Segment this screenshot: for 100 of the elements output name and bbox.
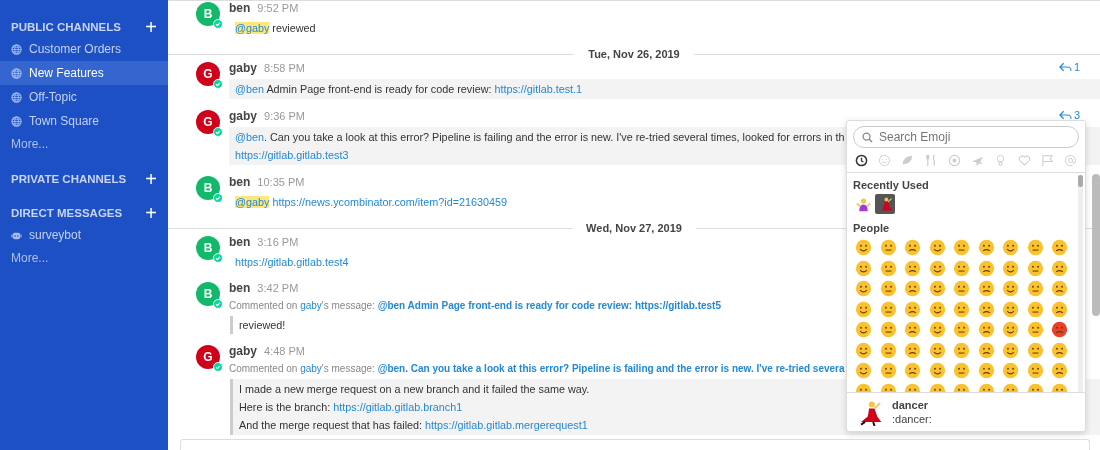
- author-name[interactable]: ben: [229, 281, 251, 295]
- smiley-face-icon[interactable]: [928, 300, 946, 318]
- add-channel-button[interactable]: +: [145, 18, 157, 36]
- smiley-face-icon[interactable]: [855, 259, 872, 277]
- smiley-face-icon[interactable]: [977, 362, 995, 379]
- smiley-face-icon[interactable]: [1026, 280, 1044, 297]
- recent-emoji[interactable]: [875, 194, 895, 214]
- mention[interactable]: @ben: [235, 83, 264, 95]
- smiley-face-icon[interactable]: [879, 321, 897, 338]
- link[interactable]: https://gitlab.gitlab.mergerequest1: [425, 419, 588, 431]
- scrollbar-thumb[interactable]: [1092, 174, 1100, 316]
- add-channel-button[interactable]: +: [145, 204, 157, 222]
- smiley-face-icon[interactable]: [977, 300, 995, 318]
- smiley-face-icon[interactable]: [953, 362, 970, 379]
- channel-item[interactable]: Off-Topic: [0, 85, 168, 109]
- smiley-face-icon[interactable]: [1051, 259, 1068, 277]
- smiley-face-icon[interactable]: [953, 300, 970, 318]
- smiley-face-icon[interactable]: [977, 321, 995, 338]
- smiley-face-icon[interactable]: [928, 259, 946, 277]
- smiley-face-icon[interactable]: [879, 300, 897, 318]
- smiley-face-icon[interactable]: [879, 239, 897, 256]
- mention[interactable]: @ben: [235, 131, 264, 143]
- author-name[interactable]: ben: [229, 235, 251, 249]
- smiley-face-icon[interactable]: [1051, 321, 1068, 338]
- smiley-face-icon[interactable]: [953, 280, 970, 297]
- smiley-face-icon[interactable]: [855, 280, 872, 297]
- smiley-face-icon[interactable]: [904, 280, 921, 297]
- link[interactable]: https://gitlab.test.1: [494, 83, 583, 95]
- smiley-face-icon[interactable]: [855, 362, 872, 379]
- author-name[interactable]: gaby: [229, 109, 257, 123]
- smiley-face-icon[interactable]: [1026, 239, 1044, 256]
- smiley-face-icon[interactable]: [1002, 362, 1019, 379]
- smiley-face-icon[interactable]: [1002, 341, 1019, 359]
- smiley-face-icon[interactable]: [928, 341, 946, 359]
- smiley-face-icon[interactable]: [953, 239, 970, 256]
- channel-item[interactable]: surveybot: [0, 223, 168, 247]
- smiley-face-icon[interactable]: [928, 321, 946, 338]
- smiley-face-icon[interactable]: [928, 280, 946, 297]
- smiley-face-icon[interactable]: [928, 239, 946, 256]
- smiley-face-icon[interactable]: [1051, 300, 1068, 318]
- smiley-face-icon[interactable]: [1002, 280, 1019, 297]
- smiley-face-icon[interactable]: [1051, 239, 1068, 256]
- channel-item[interactable]: Customer Orders: [0, 37, 168, 61]
- channel-item[interactable]: New Features: [0, 61, 168, 85]
- smiley-face-icon[interactable]: [904, 300, 921, 318]
- smiley-face-icon[interactable]: [977, 341, 995, 359]
- smiley-face-icon[interactable]: [855, 239, 872, 256]
- user-link[interactable]: gaby: [300, 363, 322, 374]
- smiley-face-icon[interactable]: [879, 341, 897, 359]
- smiley-face-icon[interactable]: [879, 259, 897, 277]
- smiley-face-icon[interactable]: [928, 362, 946, 379]
- smiley-face-icon[interactable]: [879, 280, 897, 297]
- smiley-face-icon[interactable]: [1002, 300, 1019, 318]
- smiley-face-icon[interactable]: [977, 239, 995, 256]
- smiley-face-icon[interactable]: [1051, 280, 1068, 297]
- link[interactable]: https://gitlab.gitlab.test4: [235, 256, 349, 268]
- clock-icon[interactable]: [855, 154, 868, 167]
- channel-item[interactable]: Town Square: [0, 109, 168, 133]
- link[interactable]: https://gitlab.gitlab.branch1: [333, 401, 463, 413]
- smiley-face-icon[interactable]: [904, 362, 921, 379]
- smiley-face-icon[interactable]: [855, 321, 872, 338]
- smiley-face-icon[interactable]: [1051, 362, 1068, 379]
- smiley-face-icon[interactable]: [904, 321, 921, 338]
- smiley-face-icon[interactable]: [953, 341, 970, 359]
- author-name[interactable]: ben: [229, 1, 251, 15]
- smiley-face-icon[interactable]: [1026, 341, 1044, 359]
- smiley-face-icon[interactable]: [904, 259, 921, 277]
- smiley-face-icon[interactable]: [904, 341, 921, 359]
- quoted-message-link[interactable]: @ben Admin Page front-end is ready for code review: https://gitlab.test5: [377, 300, 721, 311]
- smiley-face-icon[interactable]: [1002, 239, 1019, 256]
- smiley-face-icon[interactable]: [1002, 321, 1019, 338]
- smiley-face-icon[interactable]: [904, 239, 921, 256]
- link[interactable]: https://news.ycombinator.com/item?id=21630459: [272, 196, 507, 208]
- smiley-face-icon[interactable]: [1051, 341, 1068, 359]
- smiley-face-icon[interactable]: [1026, 300, 1044, 318]
- smiley-face-icon[interactable]: [953, 259, 970, 277]
- smiley-face-icon[interactable]: [1026, 321, 1044, 338]
- link[interactable]: https://gitlab.gitlab.test3: [235, 149, 349, 161]
- add-channel-button[interactable]: +: [145, 170, 157, 188]
- smiley-face-icon[interactable]: [977, 259, 995, 277]
- smiley-face-icon[interactable]: [855, 300, 872, 318]
- smiley-face-icon[interactable]: [953, 321, 970, 338]
- reply-count-button[interactable]: 1: [1058, 61, 1080, 73]
- author-name[interactable]: gaby: [229, 344, 257, 358]
- smiley-face-icon[interactable]: [1002, 259, 1019, 277]
- user-link[interactable]: gaby: [300, 300, 322, 311]
- smiley-face-icon[interactable]: [855, 341, 872, 359]
- more-link[interactable]: More...: [0, 247, 168, 269]
- smiley-face-icon[interactable]: [879, 362, 897, 379]
- more-link[interactable]: More...: [0, 133, 168, 155]
- emoji-search-field[interactable]: Search Emoji: [853, 126, 1079, 148]
- scrollbar-thumb[interactable]: [1078, 175, 1083, 187]
- reply-count-button[interactable]: 3: [1058, 109, 1080, 121]
- author-name[interactable]: gaby: [229, 61, 257, 75]
- smiley-face-icon[interactable]: [1026, 259, 1044, 277]
- smiley-face-icon[interactable]: [1026, 362, 1044, 379]
- quoted-message-link[interactable]: @ben. Can you take a look at this error? Pipeline is failing and the error is new. I've re-tried severa: [377, 363, 845, 374]
- author-name[interactable]: ben: [229, 175, 251, 189]
- message-input-field[interactable]: [180, 439, 1090, 450]
- smiley-face-icon[interactable]: [977, 280, 995, 297]
